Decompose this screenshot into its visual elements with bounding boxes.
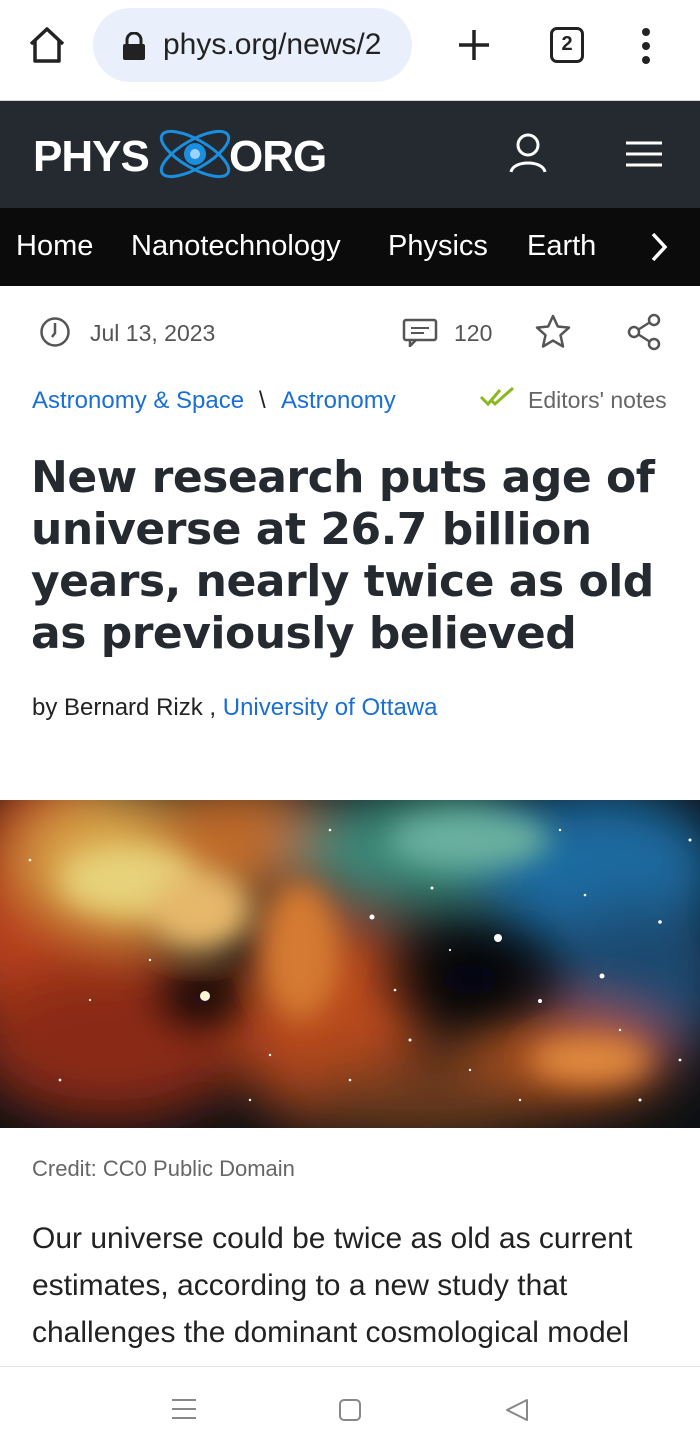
editors-notes-link[interactable]: Editors' notes bbox=[528, 387, 667, 414]
overflow-menu-icon[interactable] bbox=[636, 27, 656, 65]
url-bar[interactable]: phys.org/news/2 bbox=[93, 8, 412, 82]
plus-icon[interactable] bbox=[456, 27, 492, 63]
author-name: by Bernard Rizk , bbox=[32, 694, 217, 721]
lock-icon bbox=[123, 32, 145, 60]
article-image[interactable] bbox=[0, 800, 700, 1128]
chevron-right-icon[interactable] bbox=[648, 230, 670, 264]
affiliation-link[interactable]: University of Ottawa bbox=[223, 694, 438, 721]
nebula-image bbox=[0, 800, 700, 1128]
user-icon[interactable] bbox=[508, 132, 548, 174]
url-text: phys.org/news/2 bbox=[163, 28, 382, 61]
atom-logo-icon bbox=[159, 129, 231, 179]
comment-count[interactable]: 120 bbox=[454, 320, 492, 347]
logo-text-right: ORG bbox=[229, 132, 327, 181]
byline: by Bernard Rizk , University of Ottawa bbox=[32, 694, 437, 722]
share-icon[interactable] bbox=[626, 313, 662, 351]
nav-item-nanotechnology[interactable]: Nanotechnology bbox=[131, 230, 341, 263]
recents-menu-icon[interactable] bbox=[172, 1398, 196, 1420]
system-nav-bar bbox=[0, 1366, 700, 1452]
article-title: New research puts age of universe at 26.… bbox=[31, 452, 655, 659]
bookmark-star-icon[interactable] bbox=[534, 313, 572, 349]
category-link[interactable]: Astronomy & Space bbox=[32, 387, 244, 415]
nav-item-earth[interactable]: Earth bbox=[527, 230, 596, 263]
home-square-icon[interactable] bbox=[338, 1398, 362, 1422]
article-date: Jul 13, 2023 bbox=[90, 320, 216, 346]
home-icon[interactable] bbox=[26, 24, 68, 66]
subcategory-link[interactable]: Astronomy bbox=[281, 387, 396, 415]
site-logo[interactable]: PHYS ORG bbox=[33, 113, 333, 195]
section-nav: Home Nanotechnology Physics Earth bbox=[0, 208, 700, 286]
hamburger-menu-icon[interactable] bbox=[626, 141, 662, 167]
article-body: Our universe could be twice as old as cu… bbox=[32, 1222, 633, 1349]
category-separator: \ bbox=[259, 387, 266, 414]
comments-icon[interactable] bbox=[402, 317, 438, 347]
nav-item-physics[interactable]: Physics bbox=[388, 230, 488, 263]
image-credit: Credit: CC0 Public Domain bbox=[32, 1156, 295, 1181]
browser-toolbar: phys.org/news/2 2 bbox=[0, 0, 700, 101]
double-check-icon bbox=[480, 386, 514, 407]
clock-icon bbox=[40, 317, 70, 347]
logo-text-left: PHYS bbox=[33, 132, 150, 181]
nav-item-home[interactable]: Home bbox=[16, 230, 93, 263]
back-triangle-icon[interactable] bbox=[505, 1398, 529, 1422]
tabs-count-button[interactable]: 2 bbox=[550, 27, 584, 63]
